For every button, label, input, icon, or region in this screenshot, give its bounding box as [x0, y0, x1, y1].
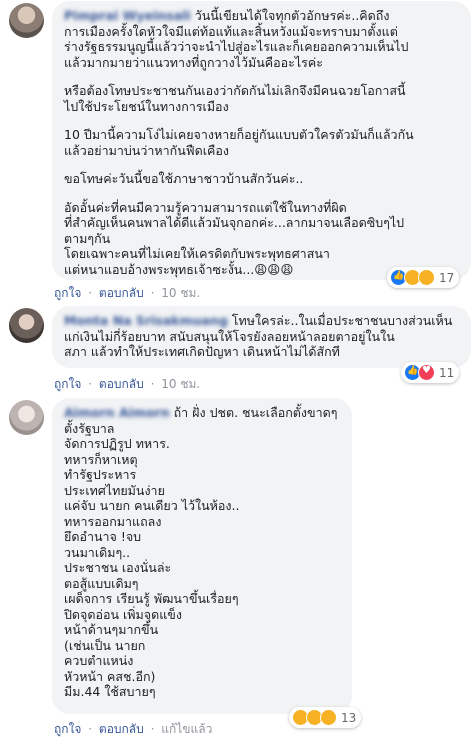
comment-text: ปิดจุดอ่อน เพิ่มจุดแข็ง: [64, 606, 182, 622]
comment-actions: ถูกใจ · ตอบกลับ · แก้ไขแล้ว: [54, 722, 213, 736]
comment-text: ทำรัฐประหาร: [64, 467, 137, 482]
reaction-count: 17: [439, 270, 455, 285]
comment-text: Pimprai Wyeinsali วันนี้เขียนได้ใจทุกตัว…: [64, 8, 390, 23]
comment-text: สภา แล้วทำให้ประเทศเกิดปัญหา เดินหน้าไม่…: [64, 344, 340, 359]
avatar[interactable]: [9, 308, 44, 343]
like-link[interactable]: ถูกใจ: [54, 722, 81, 736]
comment-text: Monta Na Srisakmuang โทษใครล่ะ..ในเมื่อป…: [64, 313, 453, 328]
comment-text: Aimorn Aimorn ถ้า ฝั่ง ปชต. ชนะเลือกตั้ง…: [64, 405, 338, 420]
comment-text: ประชาชน เองนั่นล่ะ: [64, 560, 172, 575]
author-name[interactable]: Monta Na Srisakmuang: [64, 313, 228, 328]
comment-text: 10 ปีมานี้ความโง่ไม่เคยจางหายก็อยู่กันแบ…: [64, 127, 414, 142]
sad-reaction-icon: [320, 709, 337, 726]
reply-link[interactable]: ตอบกลับ: [99, 286, 144, 300]
reaction-count: 13: [341, 710, 357, 725]
comment-text: หรือต้องโทษประชาชนกันเองว่ากัดกันไม่เลิก…: [64, 83, 406, 98]
comment-bubble: Aimorn Aimorn ถ้า ฝั่ง ปชต. ชนะเลือกตั้ง…: [52, 398, 352, 714]
like-link[interactable]: ถูกใจ: [54, 286, 81, 300]
comment-text: ตามๆกัน: [64, 230, 111, 246]
comment-text: ยึดอำนาจ !จบ: [64, 529, 142, 544]
comment-text: ตั้งรัฐบาล: [64, 420, 115, 436]
reaction-count: 11: [439, 365, 455, 380]
comment-actions: ถูกใจ · ตอบกลับ · 10 ชม.: [54, 377, 201, 391]
edited-label[interactable]: แก้ไขแล้ว: [161, 722, 212, 736]
comment-text: ทหารก็หาเหตุ: [64, 451, 138, 467]
comment-text: ไปใช้ประโยชน์ในทางการเมือง: [64, 98, 229, 114]
comment-text: (เช่นเป็น นายก: [64, 637, 146, 653]
comment-text: แก่เงินไม่กี่ร้อยบาท สนับสนุนให้โจรยังลอ…: [64, 328, 395, 344]
love-reaction-icon: [418, 364, 435, 381]
comment-text: อัดอั้นค่ะที่คนมีความรู้ความสามารถแต่ใช้…: [64, 199, 347, 215]
comment-text: ตอสู้แบบเดิมๆ: [64, 575, 139, 591]
author-name[interactable]: Pimprai Wyeinsali: [64, 8, 191, 23]
comment-text: ขอโทษค่ะวันนี้ขอใช้ภาษาชาวบ้านสักวันค่ะ.…: [64, 171, 304, 186]
comment-text: ประเทศไทยมันง่าย: [64, 482, 165, 498]
reaction-summary[interactable]: 11: [401, 362, 460, 383]
comment-text: แล้วอย่ามาบ่นว่าหากันฟืดเคือง: [64, 142, 229, 158]
comment-text: หน้าด้านๆมากขึ้น: [64, 622, 159, 637]
comment-text: วนมาเดิมๆ..: [64, 544, 131, 560]
comment-bubble: Pimprai Wyeinsali วันนี้เขียนได้ใจทุกตัว…: [52, 1, 471, 280]
comment-text: จัดการปฏิรูป ทหาร.: [64, 436, 170, 451]
comment-text: แค่จับ นายก คนเดียว ไว้ในห้อง..: [64, 498, 240, 513]
reply-link[interactable]: ตอบกลับ: [99, 377, 144, 391]
timestamp[interactable]: 10 ชม.: [161, 377, 200, 391]
reaction-summary[interactable]: 13: [289, 707, 362, 728]
avatar[interactable]: [9, 3, 44, 38]
comment-bubble: Monta Na Srisakmuang โทษใครล่ะ..ในเมื่อป…: [52, 306, 471, 368]
avatar[interactable]: [9, 400, 44, 435]
timestamp[interactable]: 10 ชม.: [161, 286, 200, 300]
reaction-summary[interactable]: 17: [387, 267, 460, 288]
sad-reaction-icon: [418, 269, 435, 286]
comment-text: การเมืองครั้งใดหัวใจมีแต่ท้อแท้และสิ้นหว…: [64, 23, 398, 39]
like-link[interactable]: ถูกใจ: [54, 377, 81, 391]
comment-text: ควบตำแหน่ง: [64, 653, 134, 668]
comment-text: โดยเฉพาะคนที่ไม่เคยให้เครดิตกับพระพุทธศา…: [64, 246, 330, 261]
comment-text: ที่สำคัญเห็นคนพาลได้ดีแล้วมันจุกอกค่ะ...…: [64, 215, 405, 230]
comment-actions: ถูกใจ · ตอบกลับ · 10 ชม.: [54, 286, 201, 300]
comment-text: แล้วมากมายว่าแนวทางที่ถูกวางไว้มันคืออะไ…: [64, 54, 323, 70]
comment-text: ทหารออกมาแถลง: [64, 513, 162, 529]
comment-text: มีม.44 ใช้สบายๆ: [64, 684, 156, 699]
comment-text: เผด็จการ เรียนรู้ พัฒนาขึ้นเรื่อยๆ: [64, 591, 239, 606]
reply-link[interactable]: ตอบกลับ: [99, 722, 144, 736]
comment-text: ร่างรัฐธรรมนูญนี้แล้วว่าจะนำไปสู่อะไรและ…: [64, 39, 409, 54]
author-name[interactable]: Aimorn Aimorn: [64, 405, 170, 420]
comment-text: หัวหน้า คสช.อีก): [64, 668, 156, 684]
